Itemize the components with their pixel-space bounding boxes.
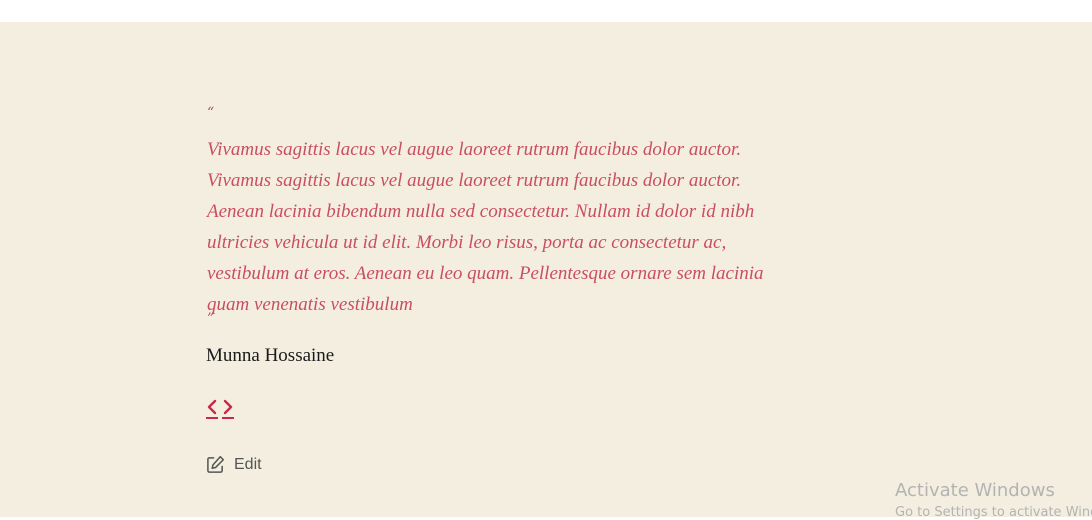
top-bar <box>0 0 1092 22</box>
testimonial-author: Munna Hossaine <box>206 345 335 366</box>
testimonial-quote: Vivamus sagittis lacus vel augue laoreet… <box>207 139 764 315</box>
chevron-right-icon <box>223 399 233 415</box>
edit-label: Edit <box>234 455 262 473</box>
edit-icon <box>207 455 225 473</box>
activate-windows-title: Activate Windows <box>895 480 1055 501</box>
chevron-left-icon <box>207 399 217 415</box>
next-button[interactable] <box>222 395 234 419</box>
close-quote-mark: ” <box>207 311 215 327</box>
activate-windows-watermark: Activate Windows Go to Settings to activ… <box>895 480 1092 520</box>
edit-button[interactable]: Edit <box>206 455 262 474</box>
prev-button[interactable] <box>206 395 218 419</box>
activate-windows-subtitle: Go to Settings to activate Windows. <box>895 505 1092 520</box>
open-quote-mark: “ <box>207 105 215 121</box>
slider-navigation <box>206 395 234 419</box>
